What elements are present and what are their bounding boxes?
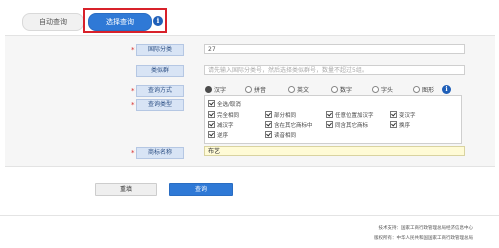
checkbox-icon: [208, 131, 215, 138]
type-checkbox-reorder[interactable]: 换序: [390, 121, 410, 130]
similar-group-input[interactable]: 请先输入国际分类号，然后选择类似群号，数量不超过5组。: [204, 65, 465, 75]
type-checkbox-add-char[interactable]: 任意位置加汉字: [326, 111, 374, 120]
info-icon[interactable]: i: [442, 85, 451, 94]
required-mark: *: [131, 87, 135, 95]
method-label: 查询方式: [136, 85, 184, 97]
checkbox-icon: [265, 111, 272, 118]
radio-icon: [372, 86, 379, 93]
checkbox-icon: [390, 111, 397, 118]
checkbox-icon: [390, 121, 397, 128]
reset-button[interactable]: 重填: [95, 183, 157, 196]
radio-icon: [245, 86, 252, 93]
checkbox-icon: [208, 100, 215, 107]
type-checkbox-reverse[interactable]: 逆序: [208, 131, 228, 140]
checkbox-icon: [208, 111, 215, 118]
required-mark: *: [131, 46, 135, 54]
type-checkbox-contained[interactable]: 含在其它商标中: [265, 121, 313, 130]
radio-icon: [413, 86, 420, 93]
checkbox-icon: [208, 121, 215, 128]
trademark-name-label: 商标名称: [136, 147, 184, 159]
type-checkbox-change-char[interactable]: 变汉字: [390, 111, 416, 120]
type-checkbox-partial[interactable]: 部分相同: [265, 111, 296, 120]
footer-copyright: 版权所有：中华人民共和国国家工商行政管理总局: [374, 236, 473, 241]
method-radio-number[interactable]: 数字: [331, 86, 352, 95]
class-input[interactable]: 27: [204, 44, 465, 54]
radio-icon: [288, 86, 295, 93]
type-checkbox-co-contain[interactable]: 同含其它商标: [326, 121, 368, 130]
method-radio-prefix[interactable]: 字头: [372, 86, 393, 95]
footer-divider: [0, 215, 499, 216]
radio-icon: [331, 86, 338, 93]
tab-bar: 自动查询 选择查询 i: [0, 0, 499, 34]
checkbox-icon: [326, 111, 333, 118]
type-checkbox-select-all[interactable]: 全选/取消: [208, 100, 241, 109]
radio-icon: [205, 86, 212, 93]
footer-tech-support: 技术支持：国家工商行政管理总局经济信息中心: [378, 226, 474, 231]
type-checkbox-identical[interactable]: 完全相同: [208, 111, 239, 120]
checkbox-icon: [326, 121, 333, 128]
trademark-name-input[interactable]: 布艺: [204, 146, 465, 156]
type-checkbox-remove-char[interactable]: 减汉字: [208, 121, 234, 130]
checkbox-icon: [265, 131, 272, 138]
query-button[interactable]: 查询: [169, 183, 233, 196]
checkbox-icon: [265, 121, 272, 128]
similar-group-button[interactable]: 类似群: [136, 65, 184, 77]
required-mark: *: [131, 101, 135, 109]
method-radio-hanzi[interactable]: 汉字: [205, 86, 226, 95]
query-type-box: 全选/取消 完全相同 部分相同 任意位置加汉字 变汉字 减汉字 含在其它商标中 …: [204, 95, 462, 144]
method-radio-english[interactable]: 英文: [288, 86, 309, 95]
method-radio-graphic[interactable]: 图形: [413, 86, 434, 95]
type-label: 查询类型: [136, 99, 184, 111]
type-checkbox-same-sound[interactable]: 读音相同: [265, 131, 296, 140]
class-label: 国际分类: [136, 44, 184, 56]
method-radio-pinyin[interactable]: 拼音: [245, 86, 266, 95]
tab-auto-query[interactable]: 自动查询: [22, 13, 84, 31]
required-mark: *: [131, 149, 135, 157]
info-icon[interactable]: i: [153, 16, 163, 26]
